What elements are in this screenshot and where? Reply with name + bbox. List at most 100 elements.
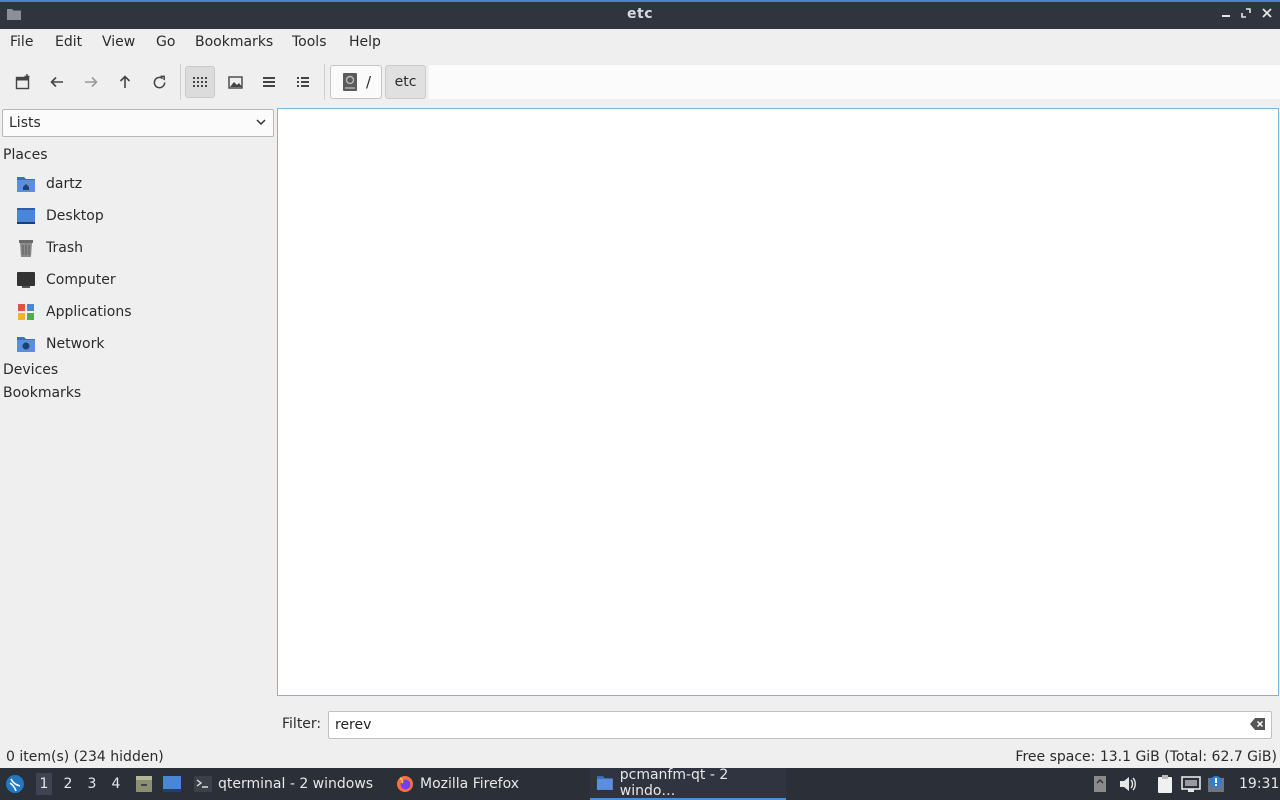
arrow-right-icon <box>85 76 98 88</box>
path-bar-empty-area[interactable] <box>429 65 1280 99</box>
computer-icon <box>16 270 36 290</box>
bookmarks-header[interactable]: Bookmarks <box>3 385 81 401</box>
taskbar: 1 2 3 4 qterminal - 2 windows Mozilla Fi… <box>0 767 1280 800</box>
applications-icon <box>16 302 36 322</box>
clear-filter-icon[interactable] <box>1250 717 1266 731</box>
new-tab-button[interactable] <box>8 66 38 98</box>
detailed-list-icon <box>297 77 309 87</box>
menu-bookmarks[interactable]: Bookmarks <box>195 34 273 50</box>
status-item-count: 0 item(s) (234 hidden) <box>6 749 164 765</box>
toolbar-separator <box>180 64 181 100</box>
place-label: Desktop <box>46 208 104 224</box>
volume-icon <box>1120 777 1136 791</box>
side-pane-mode-value: Lists <box>9 115 41 131</box>
path-etc-button[interactable]: etc <box>385 65 426 99</box>
minimize-icon <box>1222 15 1230 17</box>
menu-edit[interactable]: Edit <box>55 34 82 50</box>
menu-view[interactable]: View <box>102 34 135 50</box>
place-item-desktop[interactable]: Desktop <box>16 202 266 230</box>
maximize-button[interactable] <box>1238 6 1254 24</box>
image-view-icon <box>227 75 243 89</box>
drive-icon <box>343 73 357 91</box>
detailed-list-view-button[interactable] <box>288 66 318 98</box>
network-folder-icon <box>16 334 36 354</box>
title-bar: etc <box>0 0 1280 29</box>
update-notifier-icon <box>1208 776 1224 792</box>
arrow-left-icon <box>50 76 63 88</box>
trash-icon <box>16 238 36 258</box>
terminal-icon <box>194 776 212 792</box>
new-tab-icon <box>15 74 30 90</box>
task-label: pcmanfm-qt - 2 windo… <box>619 767 729 799</box>
place-item-trash[interactable]: Trash <box>16 234 266 262</box>
tray-notification[interactable] <box>1206 774 1226 794</box>
arrow-up-icon <box>119 75 131 88</box>
file-cabinet-icon <box>136 776 152 792</box>
icon-view-button[interactable] <box>185 66 215 98</box>
tray-network[interactable] <box>1181 774 1201 794</box>
devices-header[interactable]: Devices <box>3 362 58 378</box>
place-label: dartz <box>46 176 83 192</box>
reload-icon <box>153 75 165 88</box>
clock[interactable]: 19:31 <box>1239 776 1279 792</box>
home-folder-icon <box>16 174 36 194</box>
chevron-down-icon <box>256 119 266 126</box>
task-firefox[interactable]: Mozilla Firefox <box>396 768 586 800</box>
lubuntu-logo-icon <box>6 775 24 793</box>
place-label: Trash <box>46 240 83 256</box>
close-icon <box>1262 8 1272 18</box>
minimize-button[interactable] <box>1218 6 1234 24</box>
firefox-icon <box>397 776 413 792</box>
place-label: Computer <box>46 272 116 288</box>
place-item-applications[interactable]: Applications <box>16 298 266 326</box>
compact-view-button[interactable] <box>254 66 284 98</box>
storage-icon <box>1094 776 1106 792</box>
task-qterminal[interactable]: qterminal - 2 windows <box>194 768 384 800</box>
tray-clipboard[interactable] <box>1155 774 1175 794</box>
menu-help[interactable]: Help <box>349 34 381 50</box>
folder-view[interactable] <box>277 108 1279 696</box>
network-icon <box>1181 776 1201 792</box>
place-item-home[interactable]: dartz <box>16 170 266 198</box>
maximize-icon <box>1241 8 1251 18</box>
path-root-label: / <box>366 73 372 91</box>
places-header[interactable]: Places <box>3 147 48 163</box>
task-label: qterminal - 2 windows <box>218 776 374 792</box>
place-label: Network <box>46 336 105 352</box>
grid-view-icon <box>193 77 207 87</box>
quicklaunch-files[interactable] <box>134 774 154 794</box>
menu-bar: File Edit View Go Bookmarks Tools Help <box>0 29 1280 56</box>
menu-tools[interactable]: Tools <box>292 34 327 50</box>
side-pane-mode-select[interactable]: Lists <box>2 109 274 137</box>
desktop-icon <box>16 206 36 226</box>
place-item-network[interactable]: Network <box>16 330 266 358</box>
forward-button[interactable] <box>76 66 106 98</box>
menu-go[interactable]: Go <box>156 34 175 50</box>
thumbnail-view-button[interactable] <box>220 66 250 98</box>
up-button[interactable] <box>110 66 140 98</box>
tray-battery[interactable] <box>1090 774 1110 794</box>
window-title: etc <box>627 6 653 22</box>
status-free-space: Free space: 13.1 GiB (Total: 62.7 GiB) <box>1015 749 1277 765</box>
filter-label: Filter: <box>282 716 322 732</box>
place-label: Applications <box>46 304 132 320</box>
start-menu-button[interactable] <box>5 774 25 794</box>
file-manager-icon <box>596 776 613 790</box>
reload-button[interactable] <box>144 66 174 98</box>
menu-file[interactable]: File <box>10 34 33 50</box>
filter-input[interactable] <box>328 711 1272 739</box>
tray-volume[interactable] <box>1118 774 1138 794</box>
close-button[interactable] <box>1259 6 1275 24</box>
workspace-4[interactable]: 4 <box>108 776 124 792</box>
path-root-button[interactable]: / <box>330 65 382 99</box>
workspace-3[interactable]: 3 <box>84 776 100 792</box>
back-button[interactable] <box>42 66 72 98</box>
quicklaunch-desktop[interactable] <box>162 774 182 794</box>
compact-list-icon <box>263 77 275 87</box>
toolbar-separator <box>324 64 325 100</box>
workspace-2[interactable]: 2 <box>60 776 76 792</box>
workspace-1[interactable]: 1 <box>36 773 52 795</box>
place-item-computer[interactable]: Computer <box>16 266 266 294</box>
clipboard-icon <box>1158 775 1172 793</box>
task-pcmanfm[interactable]: pcmanfm-qt - 2 windo… <box>590 767 786 800</box>
